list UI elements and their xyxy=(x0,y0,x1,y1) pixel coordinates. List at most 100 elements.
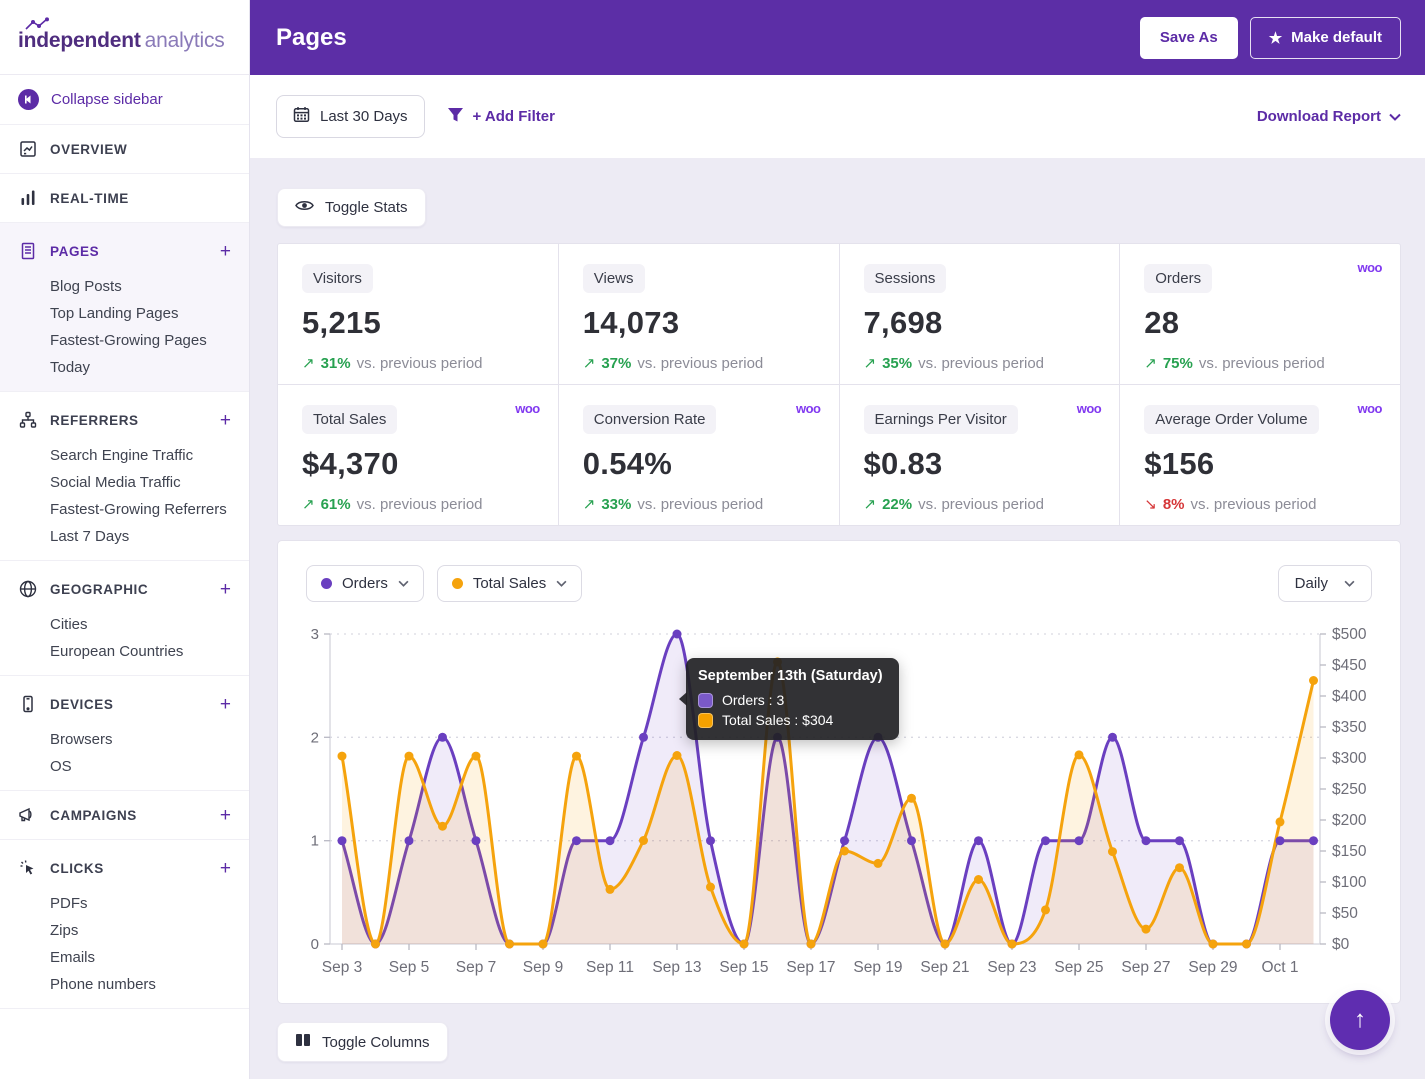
stat-label: Total Sales xyxy=(302,405,397,434)
sidebar-subitem-today[interactable]: Today xyxy=(0,354,249,381)
svg-text:Sep 13: Sep 13 xyxy=(652,959,701,976)
add-report-plus-icon[interactable]: + xyxy=(220,580,231,599)
date-range-button[interactable]: Last 30 Days xyxy=(276,95,425,138)
sidebar-subitem-emails[interactable]: Emails xyxy=(0,944,249,971)
sidebar-item-devices[interactable]: DEVICES+ xyxy=(0,682,249,726)
stat-change: ↗22%vs. previous period xyxy=(864,495,1096,513)
orders-sales-line-chart[interactable]: 0123$0$50$100$150$200$250$300$350$400$45… xyxy=(302,612,1376,989)
svg-text:Sep 21: Sep 21 xyxy=(920,959,969,976)
stat-value: 28 xyxy=(1144,305,1376,341)
sidebar-section-label: OVERVIEW xyxy=(50,142,231,157)
sidebar-subitem-fastest-growing-referrers[interactable]: Fastest-Growing Referrers xyxy=(0,496,249,523)
sidebar-item-geographic[interactable]: GEOGRAPHIC+ xyxy=(0,567,249,611)
stat-value: 14,073 xyxy=(583,305,815,341)
stat-card-views: Views14,073↗37%vs. previous period xyxy=(559,244,839,384)
sidebar-subitem-phone-numbers[interactable]: Phone numbers xyxy=(0,971,249,998)
collapse-sidebar-button[interactable]: Collapse sidebar xyxy=(0,75,249,125)
sidebar-subitem-cities[interactable]: Cities xyxy=(0,611,249,638)
svg-text:$300: $300 xyxy=(1332,750,1367,767)
series-orders-dropdown[interactable]: Orders xyxy=(306,565,424,602)
series-total-sales-dropdown[interactable]: Total Sales xyxy=(437,565,582,602)
stat-change-percent: 33% xyxy=(601,496,631,513)
clicks-icon xyxy=(18,859,37,878)
chevron-down-icon xyxy=(1389,113,1401,121)
sidebar-item-real-time[interactable]: REAL-TIME xyxy=(0,174,249,222)
geographic-icon xyxy=(18,580,37,599)
realtime-icon xyxy=(18,189,37,208)
make-default-button[interactable]: ★ Make default xyxy=(1250,17,1401,59)
sidebar-subitem-last-7-days[interactable]: Last 7 Days xyxy=(0,523,249,550)
sidebar-item-overview[interactable]: OVERVIEW xyxy=(0,125,249,173)
toggle-columns-button[interactable]: Toggle Columns xyxy=(277,1022,448,1062)
stat-label: Sessions xyxy=(864,264,947,293)
sidebar-section-real-time: REAL-TIME xyxy=(0,174,249,223)
sidebar-section-label: CLICKS xyxy=(50,861,207,876)
svg-text:Sep 9: Sep 9 xyxy=(523,959,564,976)
download-report-button[interactable]: Download Report xyxy=(1257,108,1401,125)
svg-text:Sep 23: Sep 23 xyxy=(987,959,1036,976)
svg-text:$150: $150 xyxy=(1332,843,1367,860)
sidebar-item-referrers[interactable]: REFERRERS+ xyxy=(0,398,249,442)
sidebar-section-pages: PAGES+Blog PostsTop Landing PagesFastest… xyxy=(0,223,249,392)
stat-change-percent: 31% xyxy=(321,355,351,372)
trend-up-arrow-icon: ↗ xyxy=(302,495,315,513)
toggle-columns-label: Toggle Columns xyxy=(322,1034,430,1051)
sidebar-item-campaigns[interactable]: CAMPAIGNS+ xyxy=(0,791,249,839)
independent-analytics-app: independentanalytics Collapse sidebar OV… xyxy=(0,0,1425,1079)
columns-icon xyxy=(295,1033,311,1051)
svg-text:Sep 25: Sep 25 xyxy=(1054,959,1103,976)
tooltip-row: Total Sales : $304 xyxy=(698,712,883,728)
toggle-stats-button[interactable]: Toggle Stats xyxy=(277,188,426,227)
sidebar-section-overview: OVERVIEW xyxy=(0,125,249,174)
stat-change: ↘8%vs. previous period xyxy=(1144,495,1376,513)
brand-wordmark: independentanalytics xyxy=(18,21,225,53)
save-as-button[interactable]: Save As xyxy=(1140,17,1238,59)
svg-text:Sep 11: Sep 11 xyxy=(586,959,634,976)
sidebar-subitem-social-media-traffic[interactable]: Social Media Traffic xyxy=(0,469,249,496)
total-sales-series-label: Total Sales xyxy=(473,575,546,592)
add-report-plus-icon[interactable]: + xyxy=(220,806,231,825)
add-report-plus-icon[interactable]: + xyxy=(220,242,231,261)
orders-series-label: Orders xyxy=(342,575,388,592)
sidebar-subitem-os[interactable]: OS xyxy=(0,753,249,780)
pages-icon xyxy=(18,242,37,261)
sidebar-subitem-european-countries[interactable]: European Countries xyxy=(0,638,249,665)
interval-select[interactable]: Daily xyxy=(1278,565,1372,602)
scroll-to-top-button[interactable]: ↑ xyxy=(1330,990,1390,1050)
sidebar-subitem-blog-posts[interactable]: Blog Posts xyxy=(0,273,249,300)
sidebar-subitem-search-engine-traffic[interactable]: Search Engine Traffic xyxy=(0,442,249,469)
add-report-plus-icon[interactable]: + xyxy=(220,695,231,714)
stat-change: ↗31%vs. previous period xyxy=(302,354,534,372)
funnel-icon xyxy=(447,107,464,127)
stat-label: Visitors xyxy=(302,264,373,293)
sidebar-subitem-pdfs[interactable]: PDFs xyxy=(0,890,249,917)
chart-card: Orders Total Sales Daily 0123$0$50$100$1… xyxy=(277,540,1401,1004)
sidebar-subitem-zips[interactable]: Zips xyxy=(0,917,249,944)
woocommerce-badge-icon: woo xyxy=(796,401,821,416)
svg-text:Sep 3: Sep 3 xyxy=(322,959,363,976)
stat-card-conversion-rate: Conversion Ratewoo0.54%↗33%vs. previous … xyxy=(559,385,839,525)
eye-icon xyxy=(295,199,314,216)
sidebar-subitem-top-landing-pages[interactable]: Top Landing Pages xyxy=(0,300,249,327)
stat-label: Earnings Per Visitor xyxy=(864,405,1018,434)
sidebar-subitem-fastest-growing-pages[interactable]: Fastest-Growing Pages xyxy=(0,327,249,354)
sidebar-subitem-browsers[interactable]: Browsers xyxy=(0,726,249,753)
add-filter-button[interactable]: + Add Filter xyxy=(447,107,555,127)
stat-change-note: vs. previous period xyxy=(1191,496,1317,513)
stat-change-note: vs. previous period xyxy=(357,355,483,372)
sidebar-item-pages[interactable]: PAGES+ xyxy=(0,229,249,273)
stat-card-sessions: Sessions7,698↗35%vs. previous period xyxy=(840,244,1120,384)
add-report-plus-icon[interactable]: + xyxy=(220,411,231,430)
woocommerce-badge-icon: woo xyxy=(1358,260,1383,275)
stat-card-visitors: Visitors5,215↗31%vs. previous period xyxy=(278,244,558,384)
svg-text:1: 1 xyxy=(311,833,319,850)
sidebar-section-referrers: REFERRERS+Search Engine TrafficSocial Me… xyxy=(0,392,249,561)
svg-text:$100: $100 xyxy=(1332,874,1367,891)
svg-text:$450: $450 xyxy=(1332,657,1367,674)
stat-value: $0.83 xyxy=(864,446,1096,482)
tooltip-row-text: Total Sales : $304 xyxy=(722,712,833,728)
add-report-plus-icon[interactable]: + xyxy=(220,859,231,878)
woocommerce-badge-icon: woo xyxy=(1077,401,1102,416)
sidebar-item-clicks[interactable]: CLICKS + xyxy=(0,846,249,890)
referrers-icon xyxy=(18,411,37,430)
